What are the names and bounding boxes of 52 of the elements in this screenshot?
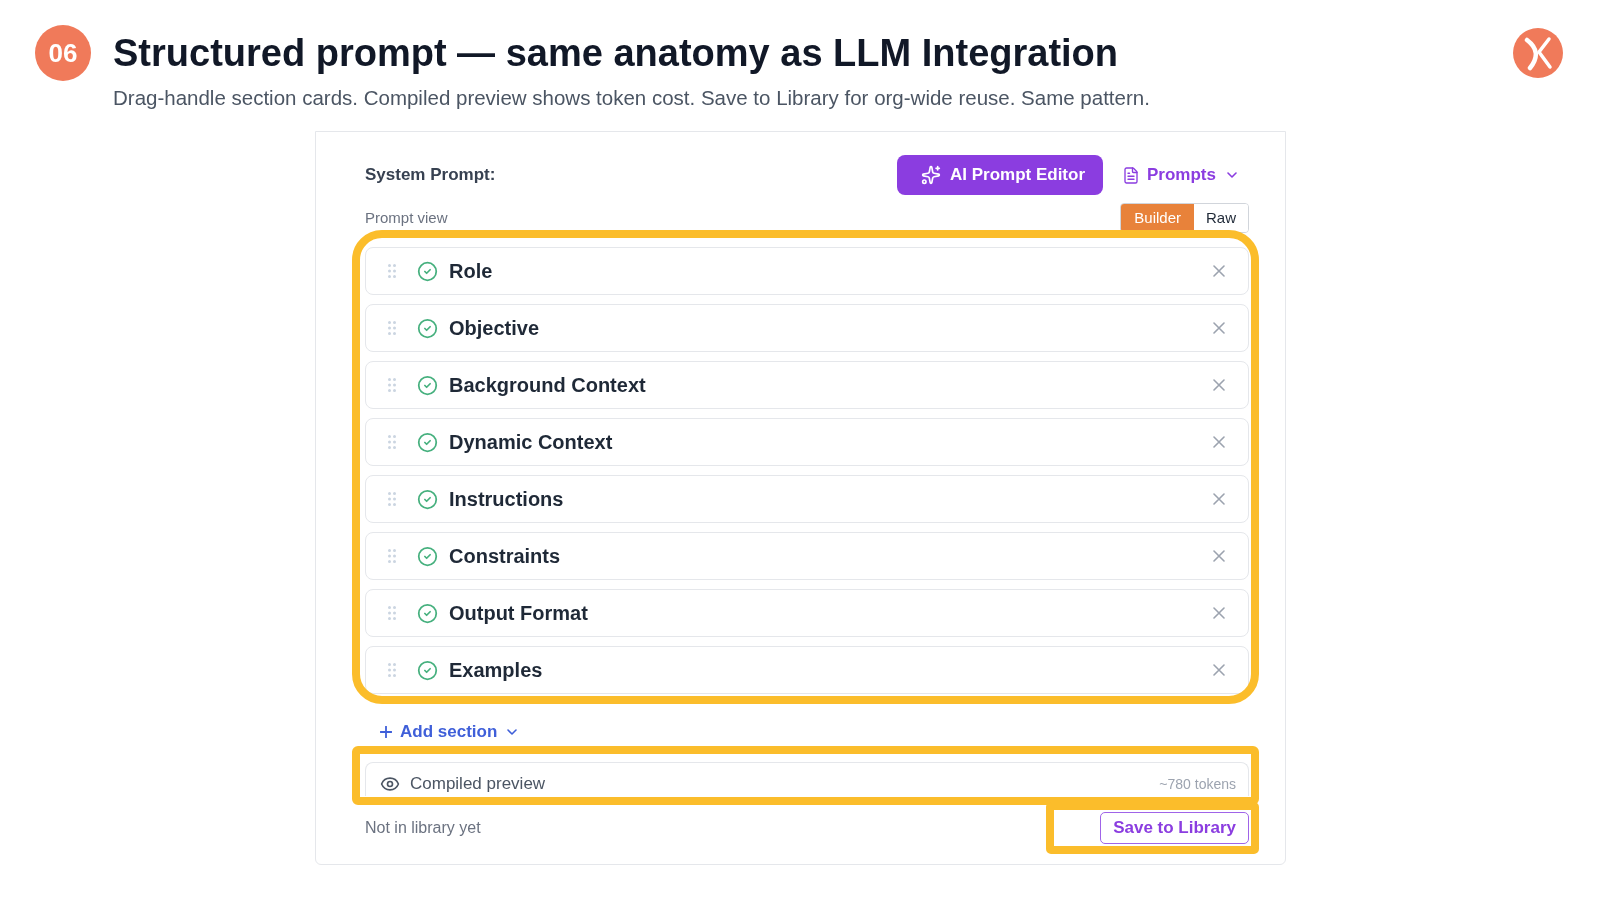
- compiled-preview-bar[interactable]: Compiled preview ~780 tokens: [365, 762, 1249, 796]
- compiled-preview-label: Compiled preview: [410, 773, 546, 796]
- section-card[interactable]: Constraints: [365, 532, 1249, 580]
- chevron-down-icon: [507, 729, 518, 735]
- section-title: Instructions: [449, 487, 564, 512]
- section-card[interactable]: Output Format: [365, 589, 1249, 637]
- drag-handle-icon[interactable]: [388, 606, 396, 620]
- section-card[interactable]: Examples: [365, 646, 1249, 694]
- drag-handle-icon[interactable]: [388, 378, 396, 392]
- ai-prompt-editor-button[interactable]: AI Prompt Editor: [896, 155, 1104, 195]
- drag-handle-icon[interactable]: [388, 663, 396, 677]
- close-icon[interactable]: [1213, 379, 1225, 391]
- prompt-view-label: Prompt view: [365, 207, 448, 228]
- token-count: ~780 tokens: [1159, 774, 1236, 794]
- section-title: Role: [449, 259, 493, 284]
- close-icon[interactable]: [1213, 265, 1225, 277]
- section-title: Background Context: [449, 373, 646, 398]
- close-icon[interactable]: [1213, 550, 1225, 562]
- system-prompt-label: System Prompt:: [365, 164, 496, 187]
- add-section-button[interactable]: Add section: [380, 720, 518, 744]
- section-title: Objective: [449, 316, 540, 341]
- step-number-badge: 06: [35, 25, 91, 81]
- slide-title: Structured prompt — same anatomy as LLM Integration: [113, 31, 1119, 76]
- library-status-text: Not in library yet: [365, 818, 481, 838]
- slide-subtitle: Drag-handle section cards. Compiled preview shows token cost. Save to Library for org-wide reuse. Same pattern.: [113, 85, 1150, 111]
- section-title: Examples: [449, 658, 543, 683]
- section-card[interactable]: Objective: [365, 304, 1249, 352]
- close-icon[interactable]: [1213, 493, 1225, 505]
- section-card[interactable]: Role: [365, 247, 1249, 295]
- close-icon[interactable]: [1213, 607, 1225, 619]
- section-card[interactable]: Dynamic Context: [365, 418, 1249, 466]
- section-title: Constraints: [449, 544, 561, 569]
- drag-handle-icon[interactable]: [388, 435, 396, 449]
- chevron-down-icon: [1227, 172, 1237, 178]
- section-title: Output Format: [449, 601, 588, 626]
- drag-handle-icon[interactable]: [388, 264, 396, 278]
- drag-handle-icon[interactable]: [388, 549, 396, 563]
- drag-handle-icon[interactable]: [388, 492, 396, 506]
- section-title: Dynamic Context: [449, 430, 613, 455]
- section-card[interactable]: Background Context: [365, 361, 1249, 409]
- drag-handle-icon[interactable]: [388, 321, 396, 335]
- prompts-menu[interactable]: Prompts: [1122, 162, 1237, 188]
- plus-icon: [380, 726, 392, 738]
- save-to-library-button[interactable]: Save to Library: [1100, 812, 1249, 844]
- close-icon[interactable]: [1213, 322, 1225, 334]
- sparkles-icon: [920, 165, 941, 185]
- logo-icon: [1513, 28, 1563, 78]
- eye-icon: [380, 774, 400, 794]
- document-icon: [1122, 165, 1141, 185]
- close-icon[interactable]: [1213, 436, 1225, 448]
- section-card[interactable]: Instructions: [365, 475, 1249, 523]
- close-icon[interactable]: [1213, 664, 1225, 676]
